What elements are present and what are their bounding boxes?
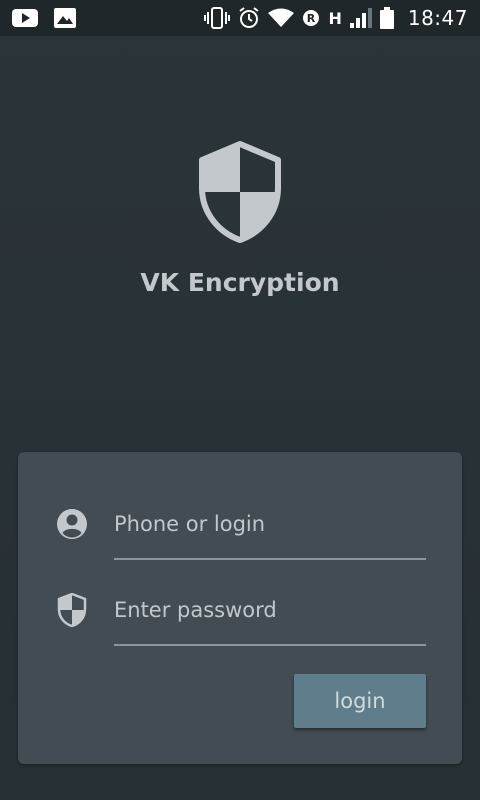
network-type-label: H bbox=[328, 8, 342, 28]
vibrate-icon bbox=[204, 7, 231, 29]
alarm-icon bbox=[238, 7, 260, 29]
image-icon bbox=[54, 8, 76, 28]
phone-input-underline bbox=[114, 558, 426, 560]
shield-icon bbox=[198, 140, 282, 248]
login-screen: R H 18:47 VK Encryption Phone or login l… bbox=[0, 0, 480, 800]
password-input-underline bbox=[114, 644, 426, 646]
signal-icon bbox=[349, 8, 372, 28]
phone-field-group bbox=[54, 492, 426, 562]
login-card: login bbox=[18, 452, 462, 764]
wifi-icon bbox=[268, 8, 295, 28]
password-input[interactable] bbox=[114, 588, 426, 632]
password-field-group bbox=[54, 578, 426, 648]
app-logo: VK Encryption bbox=[0, 140, 480, 297]
svg-text:R: R bbox=[307, 12, 316, 25]
status-bar: R H 18:47 bbox=[0, 0, 480, 36]
battery-icon bbox=[379, 7, 394, 29]
roaming-icon: R bbox=[302, 9, 320, 27]
login-button[interactable]: login bbox=[294, 674, 426, 728]
shield-lock-icon bbox=[54, 592, 90, 628]
phone-input[interactable] bbox=[114, 502, 426, 546]
app-title: VK Encryption bbox=[140, 268, 340, 297]
status-clock: 18:47 bbox=[407, 6, 468, 30]
account-circle-icon bbox=[54, 506, 90, 542]
youtube-icon bbox=[12, 8, 38, 28]
